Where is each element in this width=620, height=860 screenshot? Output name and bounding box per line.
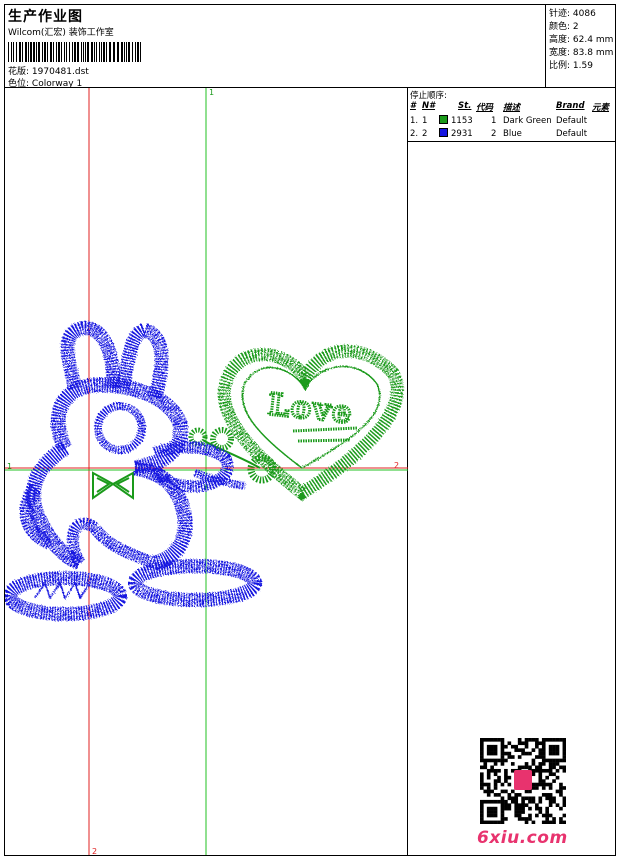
axis-label-h2: 2	[394, 461, 400, 470]
stat-stitches: 针迹: 4086	[549, 9, 596, 19]
axis-label-v2: 2	[92, 847, 98, 856]
col-desc: 描述	[503, 103, 521, 113]
col-hash: #	[410, 101, 416, 111]
embroidery-preview: Love	[5, 88, 408, 855]
page-title: 生产作业图	[8, 9, 83, 25]
stat-colors: 颜色: 2	[549, 22, 579, 32]
col-n: N#	[422, 101, 436, 111]
bow-tie	[92, 471, 134, 500]
stop-sequence-panel: 停止顺序: # N# St. 代码 描述 Brand 元素 1. 1 1153 …	[408, 88, 615, 142]
color-swatch	[439, 115, 448, 124]
col-st: St.	[458, 101, 472, 111]
color-swatch	[439, 128, 448, 137]
stat-scale: 比例: 1.59	[549, 61, 593, 71]
stats-panel: 针迹: 4086 颜色: 2 高度: 62.4 mm 宽度: 83.8 mm 比…	[546, 5, 615, 88]
col-brand: Brand	[556, 101, 585, 111]
studio-name: Wilcom(汇宏) 装饰工作室	[8, 28, 114, 38]
col-code: 代码	[476, 103, 494, 113]
balloon-string	[188, 427, 277, 484]
stat-width: 宽度: 83.8 mm	[549, 48, 614, 58]
stat-height: 高度: 62.4 mm	[549, 35, 614, 45]
qr-code	[480, 738, 566, 824]
col-element: 元素	[592, 103, 610, 113]
design-canvas: Love 1 1 2 2	[5, 88, 408, 856]
axis-label-v1: 1	[209, 88, 215, 97]
header-panel: 生产作业图 Wilcom(汇宏) 装饰工作室 花版: 1970481.dst 色…	[5, 5, 546, 89]
axis-label-h1: 1	[7, 462, 13, 471]
love-text: Love	[266, 387, 355, 431]
barcode	[8, 42, 141, 62]
stop-sequence-title: 停止顺序:	[410, 91, 447, 101]
watermark-logo: 6xiu.com	[477, 828, 568, 848]
rabbit-design	[5, 321, 262, 621]
